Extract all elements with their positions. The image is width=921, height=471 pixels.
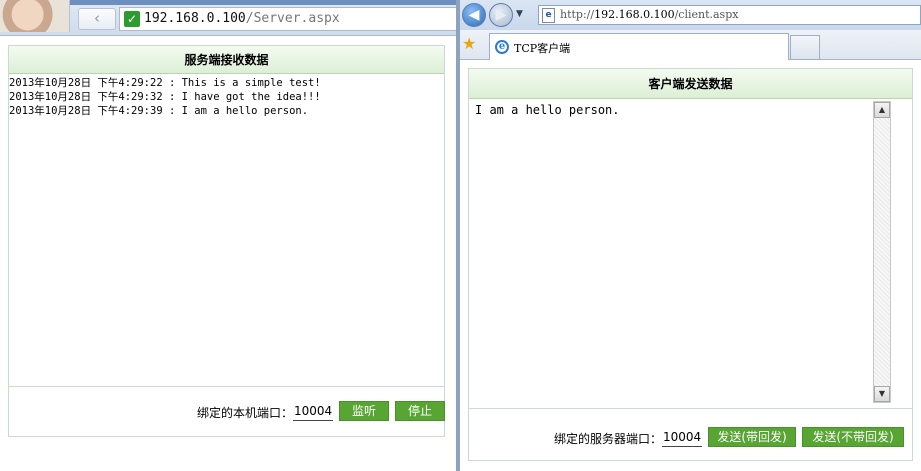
panel-title: 客户端发送数据 bbox=[469, 69, 912, 99]
user-avatar[interactable] bbox=[0, 0, 70, 32]
history-dropdown-icon[interactable]: ▼ bbox=[516, 9, 523, 19]
server-port-label: 绑定的服务器端口： bbox=[554, 432, 663, 446]
message-textarea[interactable]: I am a hello person. bbox=[469, 99, 873, 401]
browser-toolbar: ‹ ✓ 192.168.0.100/Server.aspx bbox=[0, 0, 456, 36]
url-path: /Server.aspx bbox=[245, 11, 340, 26]
forward-arrow-icon[interactable]: ▶ bbox=[489, 3, 513, 27]
stop-button[interactable]: 停止 bbox=[395, 401, 445, 421]
url-host: 192.168.0.100 bbox=[594, 8, 675, 21]
listen-button[interactable]: 监听 bbox=[339, 401, 389, 421]
tab-tcp-client[interactable]: e TCP客户端 bbox=[489, 33, 789, 60]
log-line: 2013年10月28日 下午4:29:32 : I have got the i… bbox=[9, 91, 321, 103]
address-url: 192.168.0.100/Server.aspx bbox=[144, 11, 340, 26]
back-arrow-icon[interactable]: ◀ bbox=[462, 3, 486, 27]
server-receive-panel: 服务端接收数据 2013年10月28日 下午4:29:22 : This is … bbox=[8, 45, 445, 437]
address-bar[interactable]: ✓ 192.168.0.100/Server.aspx bbox=[119, 7, 456, 31]
url-scheme: http:// bbox=[560, 8, 595, 21]
server-port-input[interactable] bbox=[662, 427, 702, 447]
url-host: 192.168.0.100 bbox=[144, 11, 246, 26]
client-send-panel: 客户端发送数据 I am a hello person. ▲ ▼ 绑定的服务器端… bbox=[468, 68, 913, 461]
tab-title: TCP客户端 bbox=[514, 42, 571, 55]
secure-check-icon: ✓ bbox=[124, 11, 140, 27]
local-port-input[interactable] bbox=[293, 401, 333, 421]
address-bar[interactable]: e http://192.168.0.100/client.aspx bbox=[538, 5, 921, 25]
client-browser-window: ◀ ▶ ▼ e http://192.168.0.100/client.aspx… bbox=[460, 0, 921, 471]
browser-toolbar: ◀ ▶ ▼ e http://192.168.0.100/client.aspx bbox=[460, 0, 921, 30]
log-line: 2013年10月28日 下午4:29:39 : I am a hello per… bbox=[9, 105, 309, 117]
received-data-log: 2013年10月28日 下午4:29:22 : This is a simple… bbox=[9, 76, 444, 386]
address-url: http://192.168.0.100/client.aspx bbox=[560, 8, 738, 21]
back-button[interactable]: ‹ bbox=[78, 8, 116, 30]
send-without-reply-button[interactable]: 发送(不带回发) bbox=[802, 427, 904, 447]
send-with-reply-button[interactable]: 发送(带回发) bbox=[708, 427, 796, 447]
local-port-label: 绑定的本机端口： bbox=[197, 406, 294, 420]
page-icon: e bbox=[542, 8, 555, 23]
new-tab-button[interactable] bbox=[790, 35, 820, 60]
back-arrow-icon: ‹ bbox=[94, 9, 100, 27]
server-browser-window: ‹ ✓ 192.168.0.100/Server.aspx 服务端接收数据 20… bbox=[0, 0, 456, 471]
tab-strip bbox=[70, 0, 456, 5]
textarea-scrollbar[interactable]: ▲ ▼ bbox=[873, 101, 891, 403]
server-controls: 绑定的本机端口： 监听 停止 bbox=[9, 386, 445, 436]
client-controls: 绑定的服务器端口： 发送(带回发) 发送(不带回发) bbox=[469, 408, 912, 460]
scroll-down-icon[interactable]: ▼ bbox=[874, 386, 890, 402]
favorites-tab-bar: ★ e TCP客户端 bbox=[460, 30, 921, 60]
url-path: /client.aspx bbox=[674, 8, 739, 21]
ie-logo-icon: e bbox=[495, 40, 509, 54]
scroll-up-icon[interactable]: ▲ bbox=[874, 102, 890, 118]
log-line: 2013年10月28日 下午4:29:22 : This is a simple… bbox=[9, 77, 321, 89]
panel-title: 服务端接收数据 bbox=[9, 46, 444, 74]
star-icon[interactable]: ★ bbox=[462, 36, 476, 52]
